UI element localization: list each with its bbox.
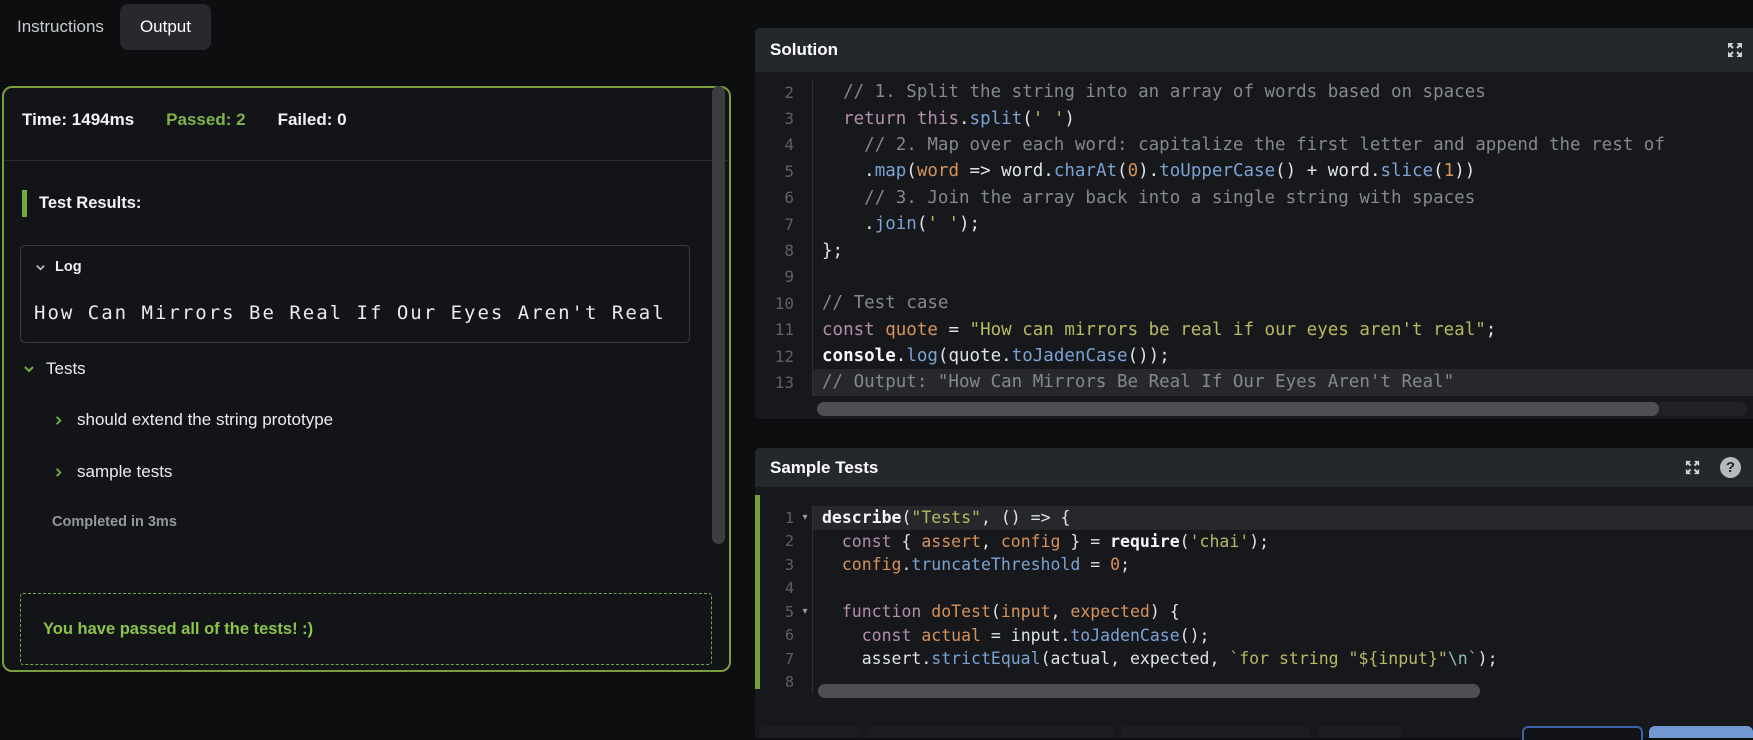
- passed-message: You have passed all of the tests! :): [43, 619, 314, 638]
- code-line-1[interactable]: 1 ▾ describe("Tests", () => {: [755, 506, 1753, 530]
- chevron-down-icon: [36, 264, 45, 271]
- green-accent-bar: [22, 190, 27, 217]
- line-number: 11: [755, 316, 813, 343]
- line-number: 8: [755, 670, 813, 694]
- code-line-3[interactable]: 3 config. truncateThreshold = 0;: [755, 553, 1753, 577]
- sample-tests-title: Sample Tests: [770, 457, 879, 477]
- chevron-right-icon: [55, 467, 62, 477]
- completed-time: Completed in 3ms: [52, 514, 177, 530]
- log-output-text: How Can Mirrors Be Real If Our Eyes Aren…: [34, 302, 666, 324]
- code-line-10[interactable]: 10// Test case: [755, 290, 1753, 317]
- solution-panel: Solution 2 // 1. Split the string into a…: [755, 28, 1753, 419]
- output-tab-bar: Instructions Output: [0, 0, 211, 54]
- tab-output[interactable]: Output: [119, 4, 211, 50]
- line-number: 5: [755, 158, 813, 185]
- code-line-11[interactable]: 11 const quote = "How can mirrors be real…: [755, 316, 1753, 343]
- code-line-5[interactable]: 5 . map(word => word. charAt(0). toUpperCas…: [755, 158, 1753, 185]
- expand-icon[interactable]: [1725, 40, 1745, 60]
- line-number: 5 ▾: [755, 600, 813, 624]
- code-line-6[interactable]: 6 const actual = input. toJadenCase ();: [755, 623, 1753, 647]
- output-vertical-scrollbar[interactable]: [712, 86, 725, 544]
- fold-arrow-icon[interactable]: ▾: [798, 606, 812, 617]
- line-number: 8: [755, 237, 813, 264]
- tab-instructions[interactable]: Instructions: [0, 4, 104, 50]
- log-collapse-header[interactable]: Log: [34, 259, 82, 275]
- code-line-4[interactable]: 4 // 2. Map over each word: capitalize t…: [755, 131, 1753, 159]
- code-line-3[interactable]: 3 return this. split(' '): [755, 105, 1753, 132]
- line-number: 1 ▾: [755, 506, 813, 530]
- code-line-8[interactable]: 8};: [755, 237, 1753, 264]
- line-number: 6: [755, 623, 813, 647]
- solution-editor[interactable]: 2 // 1. Split the string into an array o…: [755, 72, 1753, 396]
- test-results-heading: Test Results:: [22, 190, 141, 217]
- expand-arrows-icon: [1685, 460, 1699, 475]
- solution-hscroll-track[interactable]: [817, 402, 1747, 416]
- code-line-5[interactable]: 5 ▾ function doTest(input, expected) {: [755, 600, 1753, 624]
- test-item-2[interactable]: sample tests: [52, 462, 172, 482]
- line-number: 4: [755, 131, 813, 159]
- expand-icon[interactable]: [1682, 458, 1702, 478]
- help-icon[interactable]: ?: [1720, 457, 1741, 478]
- sample-tests-panel: Sample Tests ? 1 ▾ describe("Tests", () =>…: [755, 448, 1753, 738]
- line-number: 13: [755, 369, 813, 396]
- run-time: Time: 1494ms: [22, 110, 135, 129]
- bottom-button-1[interactable]: [759, 726, 860, 738]
- expand-arrows-icon: [1728, 43, 1742, 57]
- line-number: 4: [755, 576, 813, 600]
- line-number: 7: [755, 647, 813, 671]
- run-summary: Time: 1494ms Passed: 2 Failed: 0: [22, 110, 347, 130]
- all-tests-passed-box: You have passed all of the tests! :): [20, 593, 712, 665]
- submit-button[interactable]: [1649, 726, 1753, 738]
- bottom-button-4[interactable]: [1317, 726, 1402, 738]
- log-box: Log How Can Mirrors Be Real If Our Eyes …: [20, 245, 690, 343]
- code-line-6[interactable]: 6 // 3. Join the array back into a singl…: [755, 184, 1753, 211]
- code-line-12[interactable]: 12 console. log (quote. toJadenCase ());: [755, 342, 1753, 370]
- line-number: 12: [755, 342, 813, 370]
- line-number: 2: [755, 529, 813, 553]
- fold-arrow-icon[interactable]: ▾: [798, 512, 812, 523]
- solution-header: Solution: [755, 28, 1753, 72]
- line-number: 2: [755, 79, 813, 106]
- bottom-button-3[interactable]: [1121, 726, 1310, 738]
- line-number: 10: [755, 290, 813, 317]
- sample-hscroll-thumb[interactable]: [818, 684, 1480, 698]
- chevron-right-icon: [55, 415, 62, 425]
- run-passed: Passed: 2: [166, 110, 246, 129]
- line-number: 6: [755, 184, 813, 211]
- line-number: 3: [755, 553, 813, 577]
- sample-tests-header: Sample Tests ?: [755, 448, 1753, 487]
- output-results-panel: Time: 1494ms Passed: 2 Failed: 0 Test Re…: [2, 86, 731, 672]
- run-failed: Failed: 0: [277, 110, 347, 129]
- code-line-7[interactable]: 7 assert. strictEqual (actual, expected, `…: [755, 647, 1753, 671]
- code-line-2[interactable]: 2 // 1. Split the string into an array o…: [755, 79, 1753, 106]
- code-line-13[interactable]: 13// Output: "How Can Mirrors Be Real If…: [755, 369, 1753, 396]
- chevron-down-icon: [24, 366, 34, 373]
- bottom-button-2[interactable]: [867, 726, 1115, 738]
- code-line-7[interactable]: 7 . join(' ');: [755, 210, 1753, 238]
- tests-collapse-header[interactable]: Tests: [22, 359, 86, 379]
- line-number: 7: [755, 210, 813, 238]
- line-number: 3: [755, 105, 813, 132]
- summary-divider: [4, 160, 729, 161]
- sample-tests-editor[interactable]: 1 ▾ describe("Tests", () => {2 const { ass…: [755, 487, 1753, 694]
- solution-title: Solution: [770, 40, 838, 59]
- code-line-9[interactable]: 9: [755, 263, 1753, 291]
- code-line-4[interactable]: 4: [755, 576, 1753, 600]
- test-item-1[interactable]: should extend the string prototype: [52, 410, 333, 430]
- line-number: 9: [755, 263, 813, 291]
- code-line-2[interactable]: 2 const { assert, config } = require('ch…: [755, 529, 1753, 553]
- solution-hscroll-thumb[interactable]: [817, 402, 1659, 416]
